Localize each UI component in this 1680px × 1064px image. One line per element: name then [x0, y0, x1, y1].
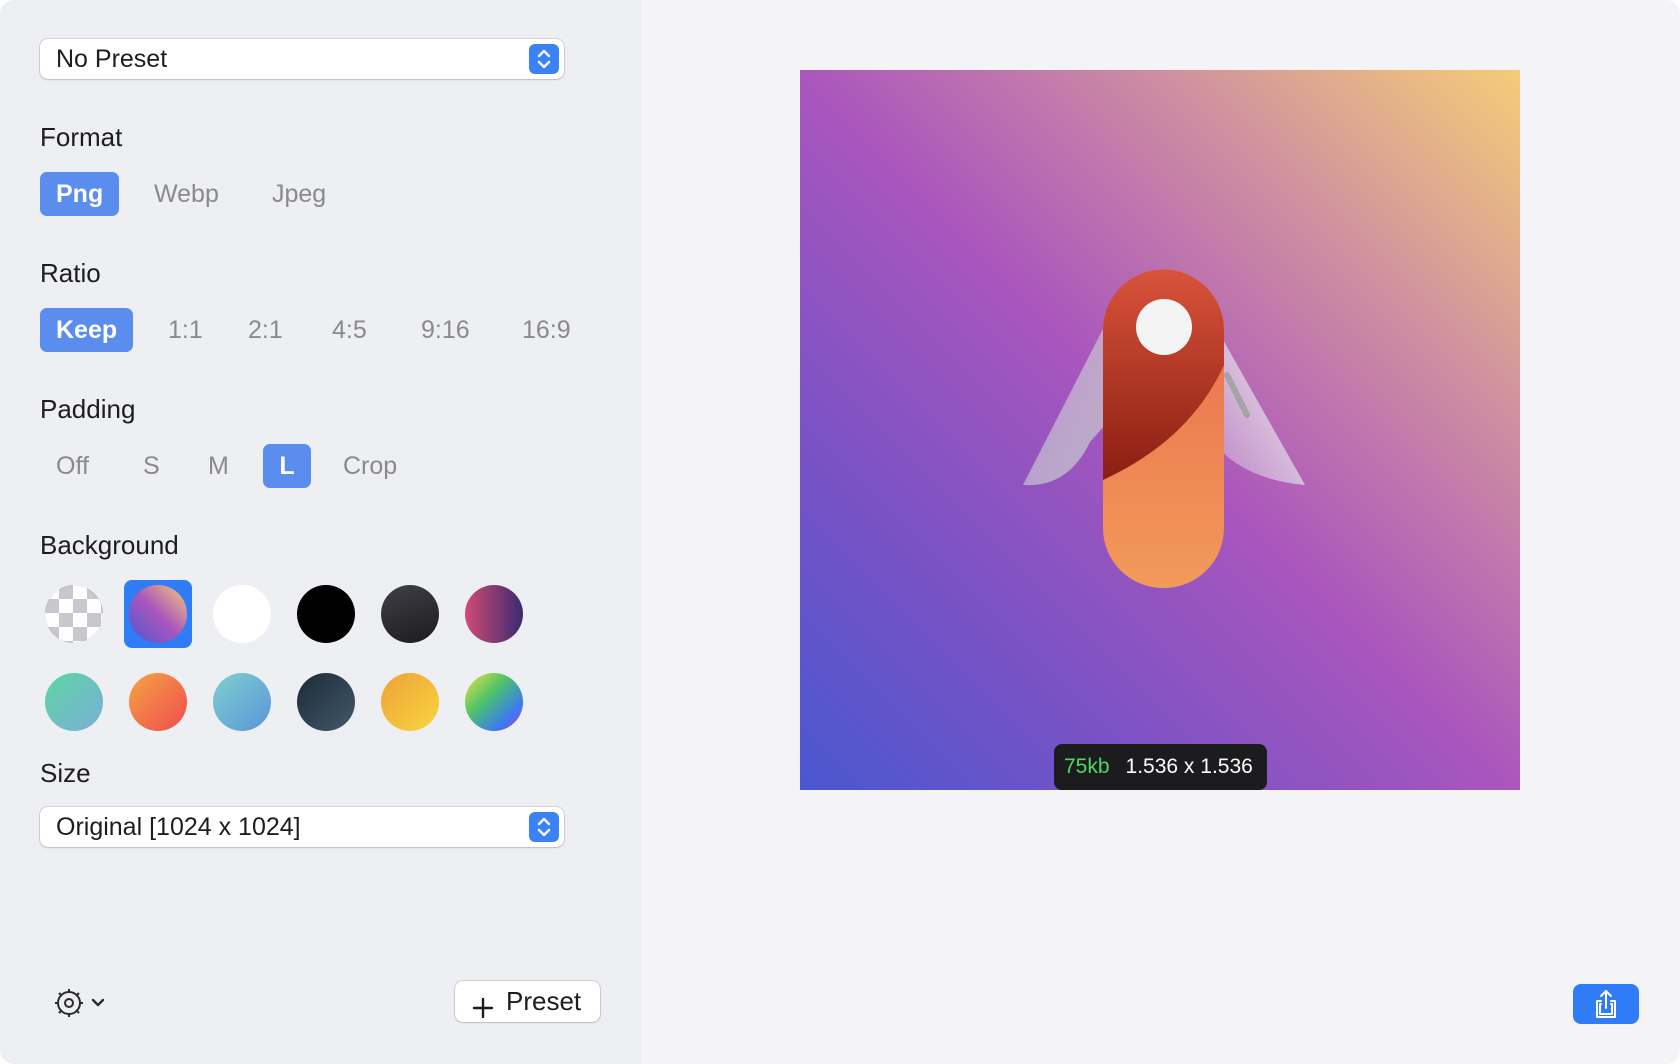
image-info-badge: 75kb 1.536 x 1.536: [1054, 744, 1267, 790]
bg-swatch-rainbow[interactable]: [465, 673, 523, 731]
bg-swatch-sky[interactable]: [213, 673, 271, 731]
ratio-option-1-1[interactable]: 1:1: [152, 308, 219, 352]
ratio-option-9-16[interactable]: 9:16: [405, 308, 486, 352]
ratio-option-16-9[interactable]: 16:9: [506, 308, 587, 352]
size-label: Size: [40, 758, 91, 788]
size-select-value: Original [1024 x 1024]: [56, 813, 301, 841]
bg-swatch-orange-red[interactable]: [129, 673, 187, 731]
padding-option-m[interactable]: M: [192, 444, 245, 488]
bg-swatch-magenta-purple[interactable]: [465, 585, 523, 643]
preset-select-value: No Preset: [56, 45, 168, 73]
share-icon: [1590, 988, 1622, 1020]
chevron-down-icon[interactable]: [90, 996, 106, 1010]
plus-icon: [472, 990, 494, 1019]
bg-swatch-black[interactable]: [297, 585, 355, 643]
up-down-chevron-icon: [529, 44, 559, 74]
add-preset-button[interactable]: Preset: [455, 981, 600, 1022]
file-size-text: 75kb: [1064, 755, 1110, 778]
app-window: No Preset Format Png Webp Jpeg Ratio Kee…: [0, 0, 1680, 1064]
format-option-png[interactable]: Png: [40, 172, 120, 216]
bg-swatch-mint[interactable]: [45, 673, 103, 731]
bg-swatch-charcoal[interactable]: [381, 585, 439, 643]
size-select[interactable]: Original [1024 x 1024]: [40, 807, 564, 847]
padding-option-off[interactable]: Off: [40, 444, 105, 488]
bg-swatch-white[interactable]: [213, 585, 271, 643]
ratio-option-2-1[interactable]: 2:1: [232, 308, 299, 352]
add-preset-label: Preset: [506, 986, 582, 1016]
app-logo-icon: [1023, 269, 1305, 588]
share-button[interactable]: [1573, 984, 1639, 1024]
ratio-option-4-5[interactable]: 4:5: [316, 308, 383, 352]
format-option-webp[interactable]: Webp: [138, 172, 235, 216]
padding-option-s[interactable]: S: [127, 444, 176, 488]
up-down-chevron-icon: [529, 812, 559, 842]
bg-swatch-sunset-gradient[interactable]: [129, 585, 187, 643]
bg-swatch-transparent[interactable]: [45, 585, 103, 643]
padding-option-crop[interactable]: Crop: [327, 444, 413, 488]
ratio-option-keep[interactable]: Keep: [40, 308, 134, 352]
bg-swatch-amber[interactable]: [381, 673, 439, 731]
preview-image: [800, 70, 1520, 790]
background-label: Background: [40, 530, 179, 560]
padding-label: Padding: [40, 394, 136, 424]
ratio-label: Ratio: [40, 258, 101, 288]
sidebar: No Preset Format Png Webp Jpeg Ratio Kee…: [0, 0, 641, 1064]
bg-swatch-slate[interactable]: [297, 673, 355, 731]
dimensions-text: 1.536 x 1.536: [1125, 755, 1253, 778]
preset-select[interactable]: No Preset: [40, 39, 564, 79]
padding-option-l[interactable]: L: [263, 444, 311, 488]
format-option-jpeg[interactable]: Jpeg: [256, 172, 342, 216]
gear-icon[interactable]: [52, 986, 86, 1020]
format-label: Format: [40, 122, 123, 152]
